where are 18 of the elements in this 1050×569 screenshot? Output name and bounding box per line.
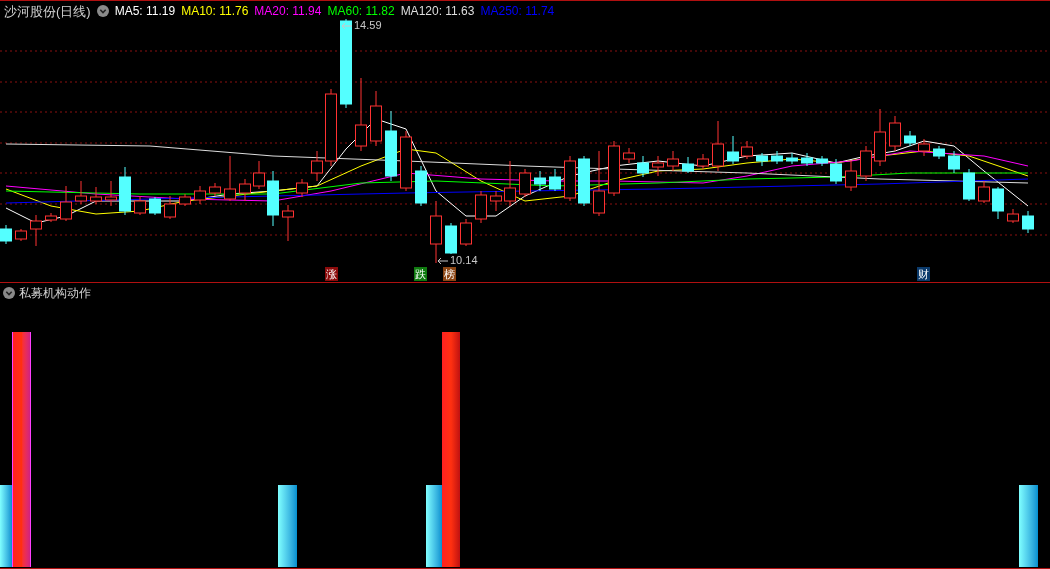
event-marker[interactable]: 榜 <box>443 267 456 281</box>
price-label: 10.14 <box>450 255 478 266</box>
indicator-title: 私募机构动作 <box>19 287 91 299</box>
moving-average-label: MA120: 11.63 <box>400 5 475 17</box>
arrow-icon <box>341 21 353 30</box>
event-marker[interactable]: 跌 <box>414 267 427 281</box>
event-marker[interactable]: 财 <box>917 267 930 281</box>
price-label: 14.59 <box>354 20 382 31</box>
dropdown-icon[interactable] <box>3 287 15 299</box>
moving-average-label: MA20: 11.94 <box>254 5 322 17</box>
moving-average-label: MA5: 11.19 <box>114 5 176 17</box>
moving-average-label: MA10: 11.76 <box>181 5 249 17</box>
event-marker[interactable]: 涨 <box>325 267 338 281</box>
dropdown-icon[interactable] <box>96 5 109 17</box>
arrow-icon <box>437 256 449 265</box>
chart-title: 沙河股份(日线) <box>4 4 91 18</box>
moving-average-label: MA250: 11.74 <box>480 5 555 17</box>
moving-average-label: MA60: 11.82 <box>327 5 395 17</box>
